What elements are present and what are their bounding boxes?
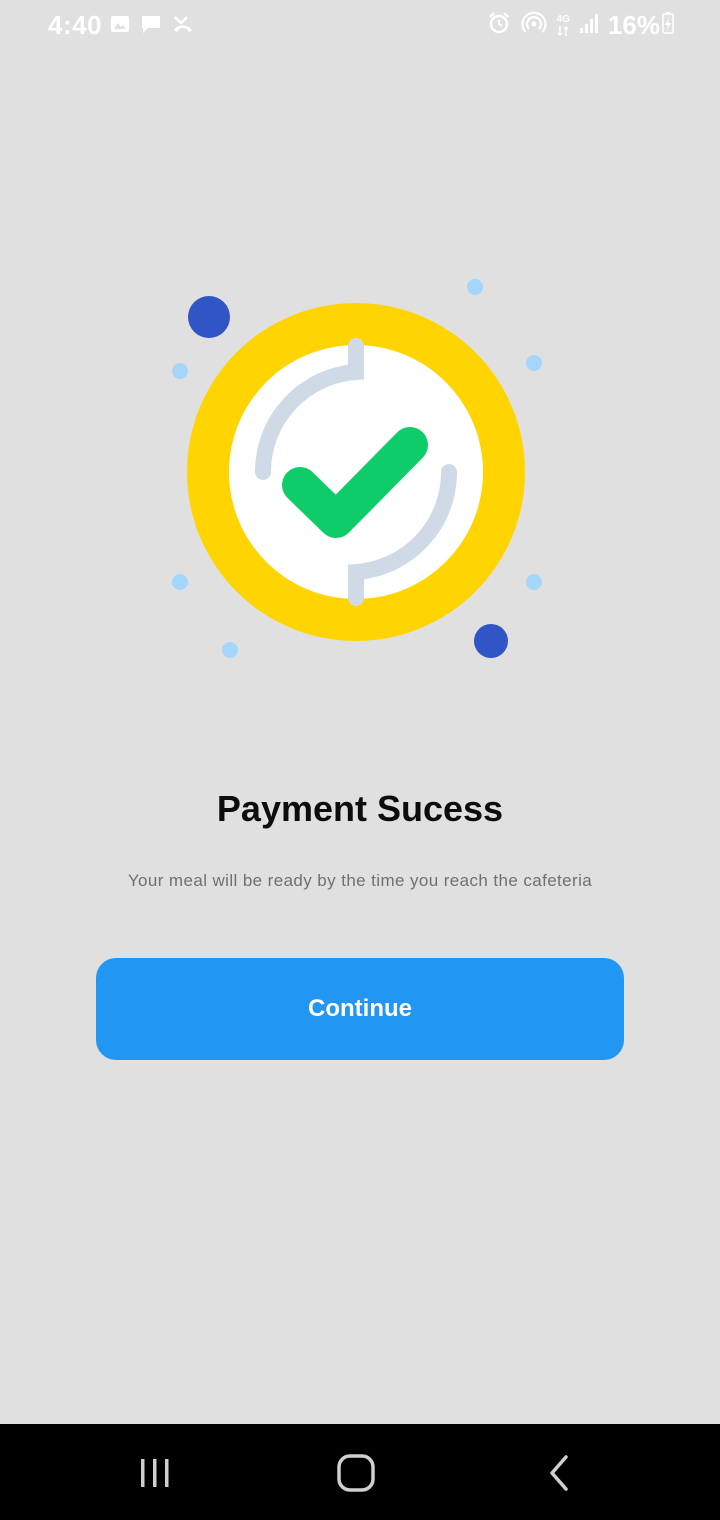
decor-dot-light: [172, 363, 188, 379]
network-type-label: 4G: [556, 13, 570, 25]
page-title: Payment Sucess: [216, 788, 504, 829]
decor-dot-light: [526, 355, 542, 371]
decor-dot-light: [172, 574, 188, 590]
payment-success-check-icon: [172, 279, 542, 658]
missed-call-icon: [172, 14, 194, 39]
back-icon: [550, 1455, 568, 1491]
alarm-icon: [487, 11, 511, 40]
status-time: 4:40: [48, 10, 103, 40]
decor-dot-dark: [188, 296, 230, 338]
signal-icon: [579, 12, 598, 39]
status-left-icons: [110, 14, 194, 39]
network-4g-icon: 4G: [556, 13, 570, 37]
message-icon: [140, 14, 162, 39]
status-right-icons: 4G 16%: [487, 10, 674, 41]
decor-dot-light: [222, 642, 238, 658]
decor-dot-dark: [474, 624, 508, 658]
home-icon: [337, 1454, 375, 1492]
status-bar: 4:40 4G 16%: [0, 0, 720, 56]
home-button[interactable]: [326, 1448, 386, 1498]
back-button[interactable]: [528, 1448, 588, 1498]
page-subtitle: Your meal will be ready by the time you …: [127, 871, 593, 890]
continue-button[interactable]: Continue: [96, 958, 624, 1060]
battery-percentage: 16%: [607, 10, 660, 40]
success-illustration: [0, 250, 720, 690]
battery-charging-icon: [662, 11, 674, 40]
decor-dot-light: [467, 279, 483, 295]
navigation-bar: [0, 1424, 720, 1520]
recent-apps-button[interactable]: [125, 1448, 185, 1498]
decor-dot-light: [526, 574, 542, 590]
gallery-icon: [110, 14, 130, 39]
recent-apps-icon: [141, 1459, 169, 1487]
hotspot-icon: [521, 11, 547, 40]
